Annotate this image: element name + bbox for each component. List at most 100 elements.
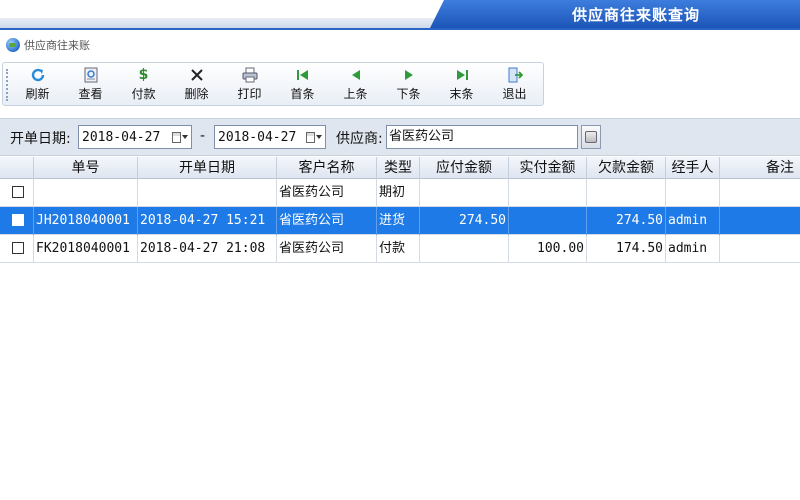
supplier-picker-button[interactable]: [581, 125, 601, 149]
breadcrumb: 供应商往来账: [6, 36, 90, 54]
row-check-cell: [0, 179, 34, 207]
table-row[interactable]: JH2018040001 2018-04-27 15:21 省医药公司 进货 2…: [0, 207, 800, 235]
last-record-icon: [455, 66, 469, 84]
cell-owed: [587, 179, 666, 207]
cell-note: [720, 179, 800, 207]
calendar-icon: [306, 131, 315, 143]
cell-paid: [509, 179, 587, 207]
refresh-button[interactable]: 刷新: [11, 63, 64, 105]
date-to-dropdown[interactable]: [305, 129, 323, 145]
chevron-down-icon: [316, 135, 322, 139]
table-row[interactable]: FK2018040001 2018-04-27 21:08 省医药公司 付款 1…: [0, 235, 800, 263]
data-grid: 单号 开单日期 客户名称 类型 应付金额 实付金额 欠款金额 经手人 备注 省医…: [0, 157, 800, 263]
header-check-column[interactable]: [0, 157, 34, 179]
payment-label: 付款: [131, 87, 156, 101]
previous-record-button[interactable]: 上条: [329, 63, 382, 105]
exit-label: 退出: [502, 87, 527, 101]
table-row[interactable]: 省医药公司 期初: [0, 179, 800, 207]
cell-payable: [420, 179, 509, 207]
last-record-label: 末条: [449, 87, 474, 101]
header-paid[interactable]: 实付金额: [509, 157, 587, 179]
cell-owed: 274.50: [587, 207, 666, 235]
first-record-label: 首条: [290, 87, 315, 101]
cell-note: [720, 235, 800, 263]
supplier-label: 供应商:: [336, 131, 383, 147]
cell-handler: [666, 179, 720, 207]
chevron-down-icon: [182, 135, 188, 139]
banner-divider: [0, 28, 800, 30]
header-payable[interactable]: 应付金额: [420, 157, 509, 179]
toolbar-grip[interactable]: [6, 69, 8, 101]
title-banner: 供应商往来账查询: [0, 0, 800, 28]
cell-type: 期初: [377, 179, 420, 207]
previous-record-label: 上条: [343, 87, 368, 101]
filter-bar: 开单日期: 2018-04-27 - 2018-04-27 供应商: 省医药公司: [0, 118, 800, 156]
cell-paid: [509, 207, 587, 235]
print-icon: [242, 66, 258, 84]
cell-payable: 274.50: [420, 207, 509, 235]
delete-label: 删除: [184, 87, 209, 101]
previous-record-icon: [350, 66, 362, 84]
calendar-icon: [172, 131, 181, 143]
header-customer[interactable]: 客户名称: [277, 157, 377, 179]
cell-payable: [420, 235, 509, 263]
refresh-icon: [30, 66, 46, 84]
lookup-icon: [585, 131, 597, 143]
cell-date: 2018-04-27 15:21: [138, 207, 277, 235]
cell-customer: 省医药公司: [277, 235, 377, 263]
date-to-picker[interactable]: 2018-04-27: [214, 125, 326, 149]
grid-header: 单号 开单日期 客户名称 类型 应付金额 实付金额 欠款金额 经手人 备注: [0, 157, 800, 179]
row-checkbox[interactable]: [12, 186, 24, 198]
date-from-picker[interactable]: 2018-04-27: [78, 125, 192, 149]
exit-button[interactable]: 退出: [488, 63, 541, 105]
cell-note: [720, 207, 800, 235]
cell-number: JH2018040001: [34, 207, 138, 235]
row-checkbox[interactable]: [12, 242, 24, 254]
print-label: 打印: [237, 87, 262, 101]
date-label: 开单日期:: [10, 131, 71, 147]
cell-type: 付款: [377, 235, 420, 263]
window-title: 供应商往来账查询: [571, 6, 700, 24]
first-record-icon: [296, 66, 310, 84]
date-from-dropdown[interactable]: [171, 129, 189, 145]
cell-number: FK2018040001: [34, 235, 138, 263]
cell-type: 进货: [377, 207, 420, 235]
payment-icon: $: [138, 67, 149, 83]
row-check-cell: [0, 207, 34, 235]
date-to-value: 2018-04-27: [218, 129, 297, 145]
view-icon: [83, 66, 99, 84]
toolbar: 刷新 查看 $ 付款 删除 打印 首条 上条 下条 末条 退出: [2, 62, 544, 106]
payment-button[interactable]: $ 付款: [117, 63, 170, 105]
date-range-separator: -: [200, 128, 206, 144]
header-number[interactable]: 单号: [34, 157, 138, 179]
header-note[interactable]: 备注: [720, 157, 800, 179]
row-checkbox[interactable]: [12, 214, 24, 226]
supplier-input[interactable]: 省医药公司: [386, 125, 578, 149]
first-record-button[interactable]: 首条: [276, 63, 329, 105]
globe-icon: [6, 38, 20, 52]
view-button[interactable]: 查看: [64, 63, 117, 105]
cell-date: [138, 179, 277, 207]
next-record-label: 下条: [396, 87, 421, 101]
cell-owed: 174.50: [587, 235, 666, 263]
date-from-value: 2018-04-27: [82, 129, 161, 145]
next-record-icon: [403, 66, 415, 84]
cell-handler: admin: [666, 235, 720, 263]
next-record-button[interactable]: 下条: [382, 63, 435, 105]
delete-button[interactable]: 删除: [170, 63, 223, 105]
exit-icon: [507, 66, 523, 84]
cell-number: [34, 179, 138, 207]
cell-customer: 省医药公司: [277, 207, 377, 235]
cell-handler: admin: [666, 207, 720, 235]
view-label: 查看: [78, 87, 103, 101]
cell-paid: 100.00: [509, 235, 587, 263]
cell-customer: 省医药公司: [277, 179, 377, 207]
print-button[interactable]: 打印: [223, 63, 276, 105]
last-record-button[interactable]: 末条: [435, 63, 488, 105]
refresh-label: 刷新: [25, 87, 50, 101]
header-owed[interactable]: 欠款金额: [587, 157, 666, 179]
header-date[interactable]: 开单日期: [138, 157, 277, 179]
header-handler[interactable]: 经手人: [666, 157, 720, 179]
header-type[interactable]: 类型: [377, 157, 420, 179]
row-check-cell: [0, 235, 34, 263]
